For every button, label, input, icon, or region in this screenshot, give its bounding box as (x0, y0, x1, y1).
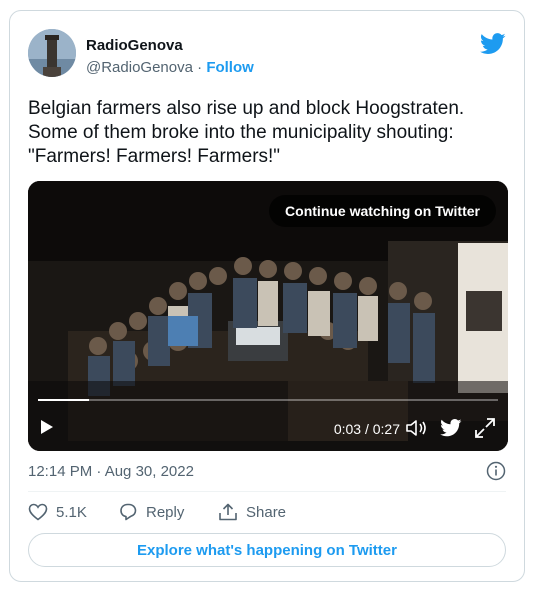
video-twitter-icon[interactable] (440, 419, 462, 437)
tweet-text: Belgian farmers also rise up and block H… (28, 98, 465, 167)
follow-link[interactable]: Follow (206, 59, 254, 76)
tweet-header: RadioGenova @RadioGenova · Follow (28, 29, 506, 81)
author-name[interactable]: RadioGenova (86, 37, 183, 54)
author-handle[interactable]: @RadioGenova (86, 59, 193, 76)
reply-label: Reply (146, 503, 185, 521)
reply-icon (120, 503, 137, 521)
continue-watching-button[interactable]: Continue watching on Twitter (269, 195, 496, 227)
like-button[interactable]: 5.1K (28, 503, 87, 521)
video-controls: 0:03 / 0:27 (28, 413, 508, 443)
volume-icon[interactable] (406, 419, 428, 437)
twitter-bird-icon[interactable] (480, 33, 506, 55)
share-label: Share (246, 503, 287, 521)
play-icon[interactable] (40, 419, 54, 435)
tweet-card: RadioGenova @RadioGenova · Follow Belgia… (9, 10, 525, 582)
author-handle-row: @RadioGenova · Follow (86, 59, 254, 76)
share-button[interactable]: Share (218, 503, 286, 521)
divider (28, 491, 506, 492)
video-progress-fill (38, 399, 89, 401)
handle-separator: · (197, 59, 203, 76)
avatar[interactable] (28, 29, 76, 77)
video-progress-bar[interactable] (38, 399, 498, 401)
like-count: 5.1K (56, 503, 87, 521)
explore-twitter-button[interactable]: Explore what's happening on Twitter (28, 533, 506, 567)
video-player[interactable]: Continue watching on Twitter 0:03 / 0:27 (28, 181, 508, 451)
share-icon (219, 503, 237, 521)
expand-icon[interactable] (474, 417, 496, 439)
heart-icon (28, 503, 48, 521)
tweet-timestamp[interactable]: 12:14 PM · Aug 30, 2022 (28, 463, 194, 480)
video-time: 0:03 / 0:27 (333, 421, 400, 437)
reply-button[interactable]: Reply (118, 503, 184, 521)
info-icon[interactable] (486, 461, 506, 481)
